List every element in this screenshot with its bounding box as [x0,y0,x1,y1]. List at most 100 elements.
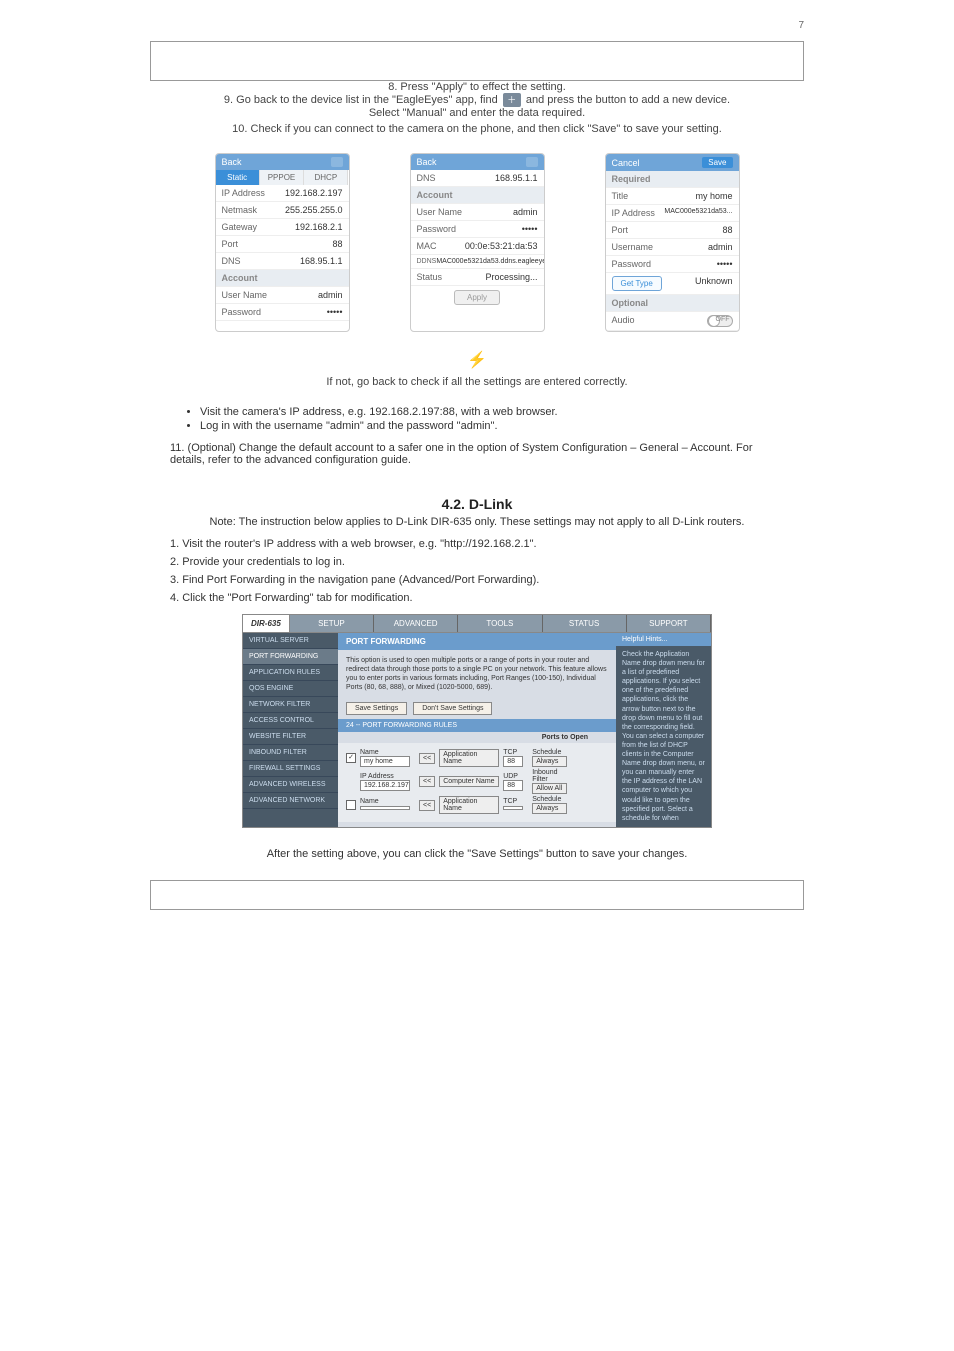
router-step-3: 3. Find Port Forwarding in the navigatio… [170,574,784,586]
audio-toggle[interactable]: OFF [707,315,733,327]
port-label: Port [222,239,333,249]
back-button[interactable]: Back [222,157,242,167]
tcp-input[interactable] [503,806,523,810]
sched-lbl: Schedule [532,796,561,803]
status-value: Processing... [485,272,537,282]
ip-value[interactable]: MAC000e5321da53... [664,208,732,218]
pf-desc: This option is used to open multiple por… [338,650,616,698]
gettype-value: Unknown [695,276,733,291]
toggle-off-label: OFF [716,316,730,323]
side-application-rules[interactable]: APPLICATION RULES [243,665,338,681]
after-router-note: After the setting above, you can click t… [170,848,784,860]
ip-value[interactable]: 192.168.2.197 [285,188,343,198]
side-inbound-filter[interactable]: INBOUND FILTER [243,745,338,761]
tab-dhcp[interactable]: DHCP [304,170,348,185]
router-step-2: 2. Provide your credentials to log in. [170,556,784,568]
port-value[interactable]: 88 [722,225,732,235]
pass-value[interactable]: ••••• [327,307,343,317]
router-tab-status[interactable]: STATUS [543,615,627,632]
router-model: DIR-635 [243,615,290,632]
section-required: Required [606,171,739,188]
sched-select[interactable]: Always [532,756,567,767]
tcp-lbl: TCP [503,749,517,756]
cancel-button[interactable]: Cancel [612,158,640,168]
title-value[interactable]: my home [695,191,732,201]
router-tab-tools[interactable]: TOOLS [458,615,542,632]
dont-save-button[interactable]: Don't Save Settings [413,702,492,715]
user-value[interactable]: admin [318,290,343,300]
compname-select[interactable]: Computer Name [439,776,499,787]
udp-input[interactable]: 88 [503,780,523,791]
save-button[interactable]: Save [702,157,732,168]
side-access-control[interactable]: ACCESS CONTROL [243,713,338,729]
name-input[interactable]: my home [360,756,410,767]
side-adv-wireless[interactable]: ADVANCED WIRELESS [243,777,338,793]
step-8: 8. Press "Apply" to effect the setting. [0,81,954,93]
ip-input[interactable]: 192.168.2.197 [360,780,410,791]
side-adv-network[interactable]: ADVANCED NETWORK [243,793,338,809]
side-virtual-server[interactable]: VIRTUAL SERVER [243,633,338,649]
top-border-box [150,41,804,81]
sched-lbl: Schedule [532,749,561,756]
phone-add-device: Cancel Save Required Titlemy home IP Add… [605,153,740,332]
row-ip3: IP AddressMAC000e5321da53... [606,205,739,222]
user-value[interactable]: admin [513,207,538,217]
user-label: Username [612,242,708,252]
gettype-button[interactable]: Get Type [612,276,662,291]
name-input[interactable] [360,806,410,810]
bullet-list: Visit the camera's IP address, e.g. 192.… [200,406,954,432]
pass-value[interactable]: ••••• [717,259,733,269]
dns-value[interactable]: 168.95.1.1 [300,256,343,266]
row-pass3: Password••••• [606,256,739,273]
step-8-9-10: 8. Press "Apply" to effect the setting. … [0,81,954,135]
side-firewall[interactable]: FIREWALL SETTINGS [243,761,338,777]
udp-lbl: UDP [503,773,518,780]
dns-value[interactable]: 168.95.1.1 [495,173,538,183]
page-number: 7 [0,20,804,31]
apply-button[interactable]: Apply [454,290,500,305]
tcp-input[interactable]: 88 [503,756,523,767]
router-tab-advanced[interactable]: ADVANCED [374,615,458,632]
router-tab-setup[interactable]: SETUP [290,615,374,632]
step-11: 11. (Optional) Change the default accoun… [170,442,784,466]
phone-apply: Back DNS168.95.1.1 Account User Nameadmi… [410,153,545,332]
help-title: Helpful Hints... [616,633,711,646]
bullet-2: Log in with the username "admin" and the… [200,420,954,432]
appname-select[interactable]: Application Name [439,749,499,767]
port-value[interactable]: 88 [332,239,342,249]
side-qos[interactable]: QOS ENGINE [243,681,338,697]
copy-arrow-icon[interactable]: << [419,753,435,764]
sched-select[interactable]: Always [532,803,567,814]
appname-select[interactable]: Application Name [439,796,499,814]
copy-arrow-icon[interactable]: << [419,800,435,811]
copy-arrow-icon[interactable]: << [419,776,435,787]
tab-static[interactable]: Static [216,170,260,185]
name-lbl: Name [360,798,379,805]
tab-pppoe[interactable]: PPPOE [260,170,304,185]
side-port-forwarding[interactable]: PORT FORWARDING [243,649,338,665]
row-title: Titlemy home [606,188,739,205]
pass-label: Password [222,307,327,317]
app-logo-icon [331,157,343,167]
apply-row: Apply [411,286,544,308]
netmask-value[interactable]: 255.255.255.0 [285,205,343,215]
user-value[interactable]: admin [708,242,733,252]
rule-1-row-a: ✓ Name my home << Application Name TCP 8… [346,749,608,767]
row-netmask: Netmask255.255.255.0 [216,202,349,219]
router-screenshot: DIR-635 SETUP ADVANCED TOOLS STATUS SUPP… [242,614,712,828]
row-pass2: Password••••• [411,221,544,238]
rule-checkbox[interactable] [346,800,356,810]
router-tab-support[interactable]: SUPPORT [627,615,711,632]
rule-2-row-a: Name << Application Name TCP Schedule Al… [346,796,608,814]
side-website-filter[interactable]: WEBSITE FILTER [243,729,338,745]
row-dns: DNS168.95.1.1 [216,253,349,270]
side-network-filter[interactable]: NETWORK FILTER [243,697,338,713]
rule-checkbox[interactable]: ✓ [346,753,356,763]
save-settings-button[interactable]: Save Settings [346,702,407,715]
phone2-header: Back [411,154,544,170]
router-body: VIRTUAL SERVER PORT FORWARDING APPLICATI… [243,633,711,827]
back-button[interactable]: Back [417,157,437,167]
pass-value[interactable]: ••••• [522,224,538,234]
gateway-value[interactable]: 192.168.2.1 [295,222,343,232]
inb-select[interactable]: Allow All [532,783,567,794]
